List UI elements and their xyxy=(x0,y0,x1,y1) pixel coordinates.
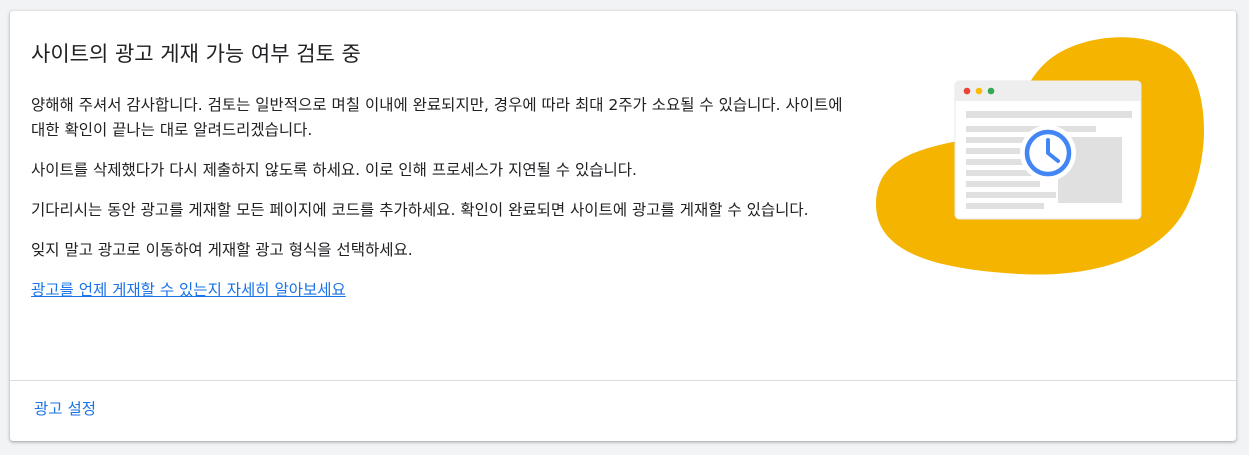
window-dot-green xyxy=(987,87,995,95)
ad-settings-button[interactable]: 광고 설정 xyxy=(34,397,96,421)
review-status-card: 사이트의 광고 게재 가능 여부 검토 중 양해해 주셔서 감사합니다. 검토는… xyxy=(10,11,1236,441)
paragraph-add-code: 기다리시는 동안 광고를 게재할 모든 페이지에 코드를 추가하세요. 확인이 … xyxy=(31,201,809,219)
paragraph-review-info: 양해해 주셔서 감사합니다. 검토는 일반적으로 며칠 이내에 완료되지만, 경… xyxy=(31,96,843,139)
review-illustration xyxy=(868,29,1208,279)
clock-icon xyxy=(1020,125,1076,181)
window-dot-yellow xyxy=(975,87,983,95)
window-dot-red xyxy=(963,87,971,95)
paragraph-choose-ad-format: 잊지 말고 광고로 이동하여 게재할 광고 형식을 선택하세요. xyxy=(31,241,413,259)
footer-divider xyxy=(10,380,1236,381)
browser-clock-illustration xyxy=(876,37,1205,275)
learn-more-link[interactable]: 광고를 언제 게재할 수 있는지 자세히 알아보세요 xyxy=(31,278,346,303)
card-content: 사이트의 광고 게재 가능 여부 검토 중 양해해 주셔서 감사합니다. 검토는… xyxy=(31,39,851,303)
page-title: 사이트의 광고 게재 가능 여부 검토 중 xyxy=(31,42,361,66)
paragraph-do-not-resubmit: 사이트를 삭제했다가 다시 제출하지 않도록 하세요. 이로 인해 프로세스가 … xyxy=(31,161,637,179)
